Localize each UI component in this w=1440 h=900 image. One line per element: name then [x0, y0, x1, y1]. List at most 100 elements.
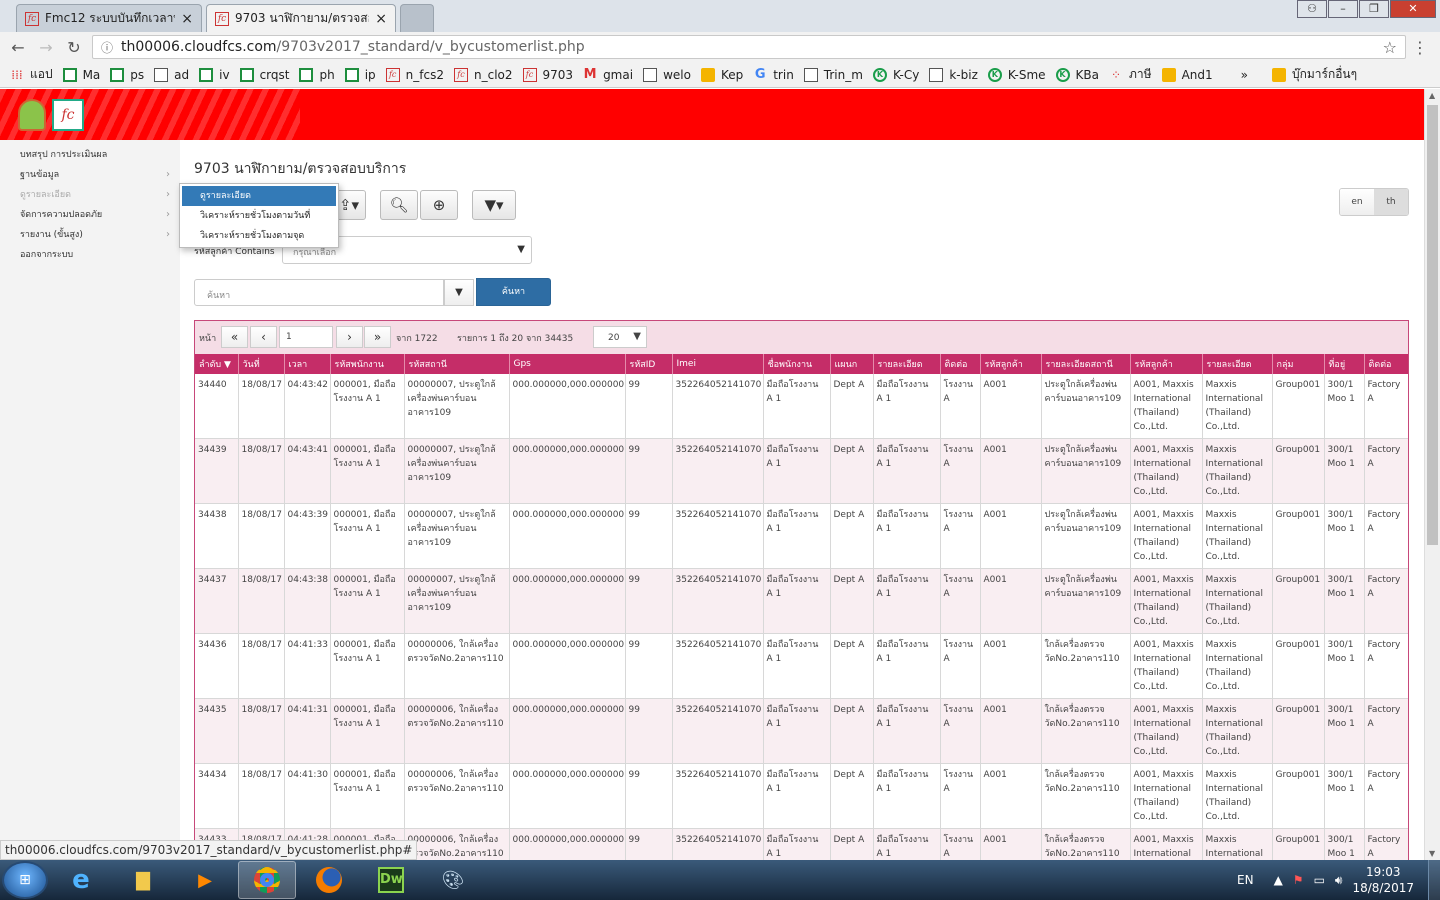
show-desktop-button[interactable] [1428, 860, 1440, 900]
page-size-select[interactable]: 20 ▼ [593, 326, 647, 348]
bookmark-item[interactable]: k-biz [929, 67, 978, 82]
column-header[interactable]: รหัสสถานี [404, 354, 510, 374]
next-page-button[interactable]: › [336, 326, 363, 348]
column-header[interactable]: Gps [509, 354, 626, 374]
prev-page-button[interactable]: ‹ [250, 326, 277, 348]
filter-button[interactable]: ▼▾ [472, 190, 516, 220]
more-bookmarks-button[interactable]: » [1241, 68, 1248, 82]
submenu-item-hourly-by-date[interactable]: วิเคราะห์รายชั่วโมงตามวันที่ [180, 206, 338, 226]
minimize-button[interactable]: – [1328, 0, 1358, 18]
column-header[interactable]: รายละเอียดสถานี [1041, 354, 1131, 374]
sidebar-item-summary[interactable]: บทสรุป การประเมินผล [0, 145, 180, 165]
column-header[interactable]: Imei [672, 354, 764, 374]
bookmark-item[interactable]: Ma [62, 67, 100, 82]
column-header[interactable]: รายละเอียด [873, 354, 941, 374]
advanced-search-button[interactable]: ⊕ [420, 190, 458, 220]
close-tab-icon[interactable]: × [375, 11, 387, 27]
tab-fmc12[interactable]: fc Fmc12 ระบบบันทึกเวลาพนัก × [16, 4, 202, 32]
page-number-input[interactable]: 1 [279, 326, 333, 348]
sidebar-item-database[interactable]: ฐานข้อมูล › [0, 165, 180, 185]
show-hidden-icons-icon[interactable]: ▲ [1274, 873, 1283, 887]
bookmark-item[interactable]: Mgmai [583, 67, 633, 82]
bookmark-item[interactable]: fc n_clo2 [454, 67, 513, 82]
bookmark-item[interactable]: welo [643, 67, 691, 82]
bookmark-item[interactable]: ad [154, 67, 189, 82]
forward-arrow-icon[interactable]: → [32, 38, 60, 57]
volume-icon[interactable]: 🔊︎ [1335, 873, 1343, 888]
table-row[interactable]: 34437 18/08/17 04:43:38 000001, มือถือโรงงา… [195, 568, 1408, 634]
paint-taskbar-button[interactable]: 🎨︎ [424, 861, 482, 899]
bookmark-item[interactable]: And1 [1161, 67, 1213, 82]
column-header[interactable]: วันที่ [238, 354, 285, 374]
sidebar-item-view-details[interactable]: ดูรายละเอียด › [0, 185, 180, 205]
table-row[interactable]: 34435 18/08/17 04:41:31 000001, มือถือโรงงา… [195, 698, 1408, 764]
chrome-taskbar-button[interactable] [238, 861, 296, 899]
firefox-taskbar-button[interactable] [300, 861, 358, 899]
column-header[interactable]: ที่อยู่ [1324, 354, 1365, 374]
table-row[interactable]: 34439 18/08/17 04:43:41 000001, มือถือโรงงา… [195, 438, 1408, 504]
bookmark-item[interactable]: iv [199, 67, 230, 82]
column-header[interactable]: ชื่อพนักงาน [763, 354, 831, 374]
last-page-button[interactable]: » [364, 326, 391, 348]
explorer-taskbar-button[interactable]: ▇ [114, 861, 172, 899]
language-indicator[interactable]: EN [1237, 873, 1254, 887]
tab-9703[interactable]: fc 9703 นาฬิกายาม/ตรวจสอบบ × [206, 4, 396, 32]
media-player-taskbar-button[interactable]: ▶ [176, 861, 234, 899]
close-tab-icon[interactable]: × [181, 11, 193, 27]
bookmark-star-icon[interactable]: ☆ [1383, 38, 1397, 57]
app-logo[interactable]: fc [18, 99, 86, 131]
table-row[interactable]: 34440 18/08/17 04:43:42 000001, มือถือโรงงา… [195, 374, 1408, 439]
search-options-dropdown[interactable]: ▼ [444, 279, 474, 306]
dreamweaver-taskbar-button[interactable]: Dw [362, 861, 420, 899]
info-icon[interactable]: ⓘ [101, 39, 113, 56]
sidebar-item-advanced-reports[interactable]: รายงาน (ขั้นสูง) › [0, 225, 180, 245]
scroll-up-icon[interactable]: ▲ [1429, 91, 1435, 100]
scroll-down-icon[interactable]: ▼ [1429, 849, 1435, 858]
new-tab-button[interactable] [400, 4, 434, 32]
column-header[interactable]: ลำดับ ▼ [195, 354, 239, 374]
back-arrow-icon[interactable]: ← [4, 38, 32, 57]
action-center-icon[interactable]: ⚑ [1293, 873, 1304, 887]
bookmark-item[interactable]: ph [299, 67, 335, 82]
bookmark-item[interactable]: Kep [700, 67, 743, 82]
bookmark-item[interactable]: K KBa [1055, 67, 1099, 82]
user-profile-button[interactable]: ⚇ [1297, 0, 1327, 18]
sidebar-item-security[interactable]: จัดการความปลอดภัย › [0, 205, 180, 225]
start-button[interactable]: ⊞ [2, 861, 48, 899]
sidebar-item-logout[interactable]: ออกจากระบบ [0, 245, 180, 265]
bookmark-item[interactable]: Gtrin [753, 67, 794, 82]
bookmark-item[interactable]: ps [110, 67, 144, 82]
column-header[interactable]: แผนก [830, 354, 874, 374]
column-header[interactable]: รหัสลูกค้า [980, 354, 1042, 374]
scrollbar-thumb[interactable] [1427, 105, 1438, 545]
submenu-item-view-details[interactable]: ดูรายละเอียด [182, 186, 336, 206]
column-header[interactable]: รายละเอียด [1202, 354, 1273, 374]
column-header[interactable]: ติดต่อ [940, 354, 981, 374]
ie-taskbar-button[interactable]: e [52, 861, 110, 899]
column-header[interactable]: รหัสลูกค้า [1130, 354, 1203, 374]
other-bookmarks-folder[interactable]: บุ๊กมาร์กอื่นๆ [1271, 65, 1357, 84]
bookmark-item[interactable]: Trin_m [803, 67, 863, 82]
column-header[interactable]: กลุ่ม [1272, 354, 1325, 374]
lang-en-button[interactable]: en [1340, 189, 1374, 215]
bookmark-item[interactable]: ip [344, 67, 376, 82]
bookmark-item[interactable]: K K-Sme [987, 67, 1046, 82]
column-header[interactable]: รหัสID [625, 354, 673, 374]
browser-menu-icon[interactable]: ⋮ [1412, 38, 1428, 57]
table-row[interactable]: 34438 18/08/17 04:43:39 000001, มือถือโรงงา… [195, 503, 1408, 569]
bookmark-item[interactable]: ⁘ ภาษี [1109, 65, 1152, 84]
reload-icon[interactable]: ↻ [60, 38, 88, 57]
bookmark-item[interactable]: fc n_fcs2 [385, 67, 444, 82]
close-window-button[interactable]: ✕ [1390, 0, 1436, 18]
column-header[interactable]: รหัสพนักงาน [330, 354, 405, 374]
search-toggle-button[interactable]: 🔍︎ [380, 190, 418, 220]
url-field[interactable]: ⓘ th00006.cloudfcs.com/9703v2017_standar… [92, 35, 1406, 59]
first-page-button[interactable]: « [221, 326, 248, 348]
network-icon[interactable]: ▭ [1314, 873, 1325, 887]
lang-th-button[interactable]: th [1374, 189, 1408, 215]
page-scrollbar[interactable]: ▲ ▼ [1424, 89, 1440, 860]
column-header[interactable]: เวลา [284, 354, 331, 374]
bookmark-item[interactable]: K K-Cy [872, 67, 919, 82]
clock[interactable]: 19:03 18/8/2017 [1352, 864, 1414, 896]
maximize-button[interactable]: ❐ [1359, 0, 1389, 18]
